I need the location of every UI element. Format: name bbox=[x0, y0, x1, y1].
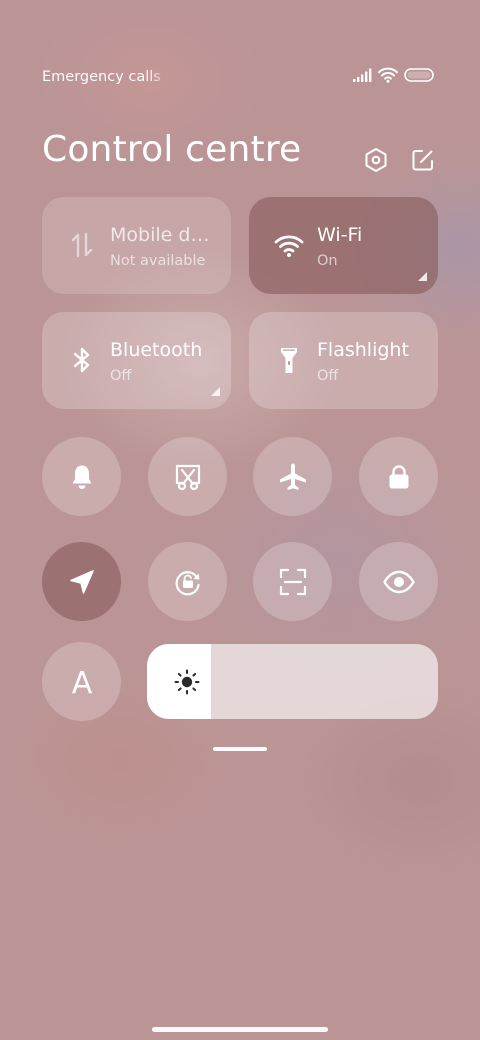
toggle-screenshot[interactable] bbox=[148, 437, 227, 516]
toggle-auto-rotate[interactable] bbox=[148, 542, 227, 621]
page-title: Control centre bbox=[42, 129, 302, 170]
brightness-icon bbox=[174, 669, 200, 695]
tile-mobile-data[interactable]: Mobile data Not available bbox=[42, 197, 231, 294]
wifi-icon bbox=[378, 67, 398, 83]
tile-flashlight-label: Flashlight bbox=[317, 339, 409, 361]
edit-icon bbox=[412, 150, 433, 171]
settings-icon bbox=[365, 148, 387, 172]
edit-button[interactable] bbox=[408, 145, 438, 175]
airplane-icon bbox=[279, 463, 306, 490]
mobile-data-icon bbox=[71, 232, 93, 258]
tile-flashlight-status: Off bbox=[317, 368, 339, 384]
toggle-scanner[interactable] bbox=[253, 542, 332, 621]
flashlight-icon bbox=[281, 348, 297, 373]
tile-bluetooth-more-indicator[interactable] bbox=[211, 387, 220, 396]
battery-icon bbox=[404, 68, 434, 82]
tile-flashlight[interactable]: Flashlight Off bbox=[249, 312, 438, 409]
toggle-location[interactable] bbox=[42, 542, 121, 621]
scanner-icon bbox=[279, 568, 306, 595]
signal-icon bbox=[353, 68, 372, 82]
toggle-lock-screen[interactable] bbox=[359, 437, 438, 516]
toggle-reading-mode[interactable] bbox=[359, 542, 438, 621]
tile-wifi-status: On bbox=[317, 253, 338, 269]
font-size-icon: A bbox=[71, 667, 92, 697]
tile-bluetooth-label: Bluetooth bbox=[110, 339, 203, 361]
tile-wifi-more-indicator[interactable] bbox=[418, 272, 427, 281]
tile-mobile-data-label: Mobile data bbox=[110, 224, 218, 246]
bluetooth-icon bbox=[73, 347, 90, 373]
brightness-slider[interactable] bbox=[147, 644, 438, 719]
wifi-icon bbox=[274, 235, 304, 257]
bell-icon bbox=[72, 465, 91, 489]
toggle-airplane-mode[interactable] bbox=[253, 437, 332, 516]
tile-bluetooth[interactable]: Bluetooth Off bbox=[42, 312, 231, 409]
rotation-lock-icon bbox=[175, 570, 200, 595]
collapse-handle[interactable] bbox=[213, 747, 267, 751]
status-bar-text: Emergency calls only bbox=[42, 69, 168, 85]
tile-wifi-label: Wi-Fi bbox=[317, 224, 363, 246]
eye-icon bbox=[382, 570, 415, 593]
home-indicator[interactable] bbox=[152, 1027, 328, 1032]
toggle-font-size[interactable]: A bbox=[42, 642, 121, 721]
location-icon bbox=[69, 569, 94, 594]
font-size-label: A bbox=[71, 667, 92, 697]
tile-wifi[interactable]: Wi-Fi On bbox=[249, 197, 438, 294]
toggle-sound[interactable] bbox=[42, 437, 121, 516]
settings-button[interactable] bbox=[361, 145, 391, 175]
lock-icon bbox=[389, 464, 408, 488]
screenshot-icon bbox=[175, 464, 200, 490]
tile-bluetooth-status: Off bbox=[110, 368, 132, 384]
tile-mobile-data-status: Not available bbox=[110, 253, 206, 269]
